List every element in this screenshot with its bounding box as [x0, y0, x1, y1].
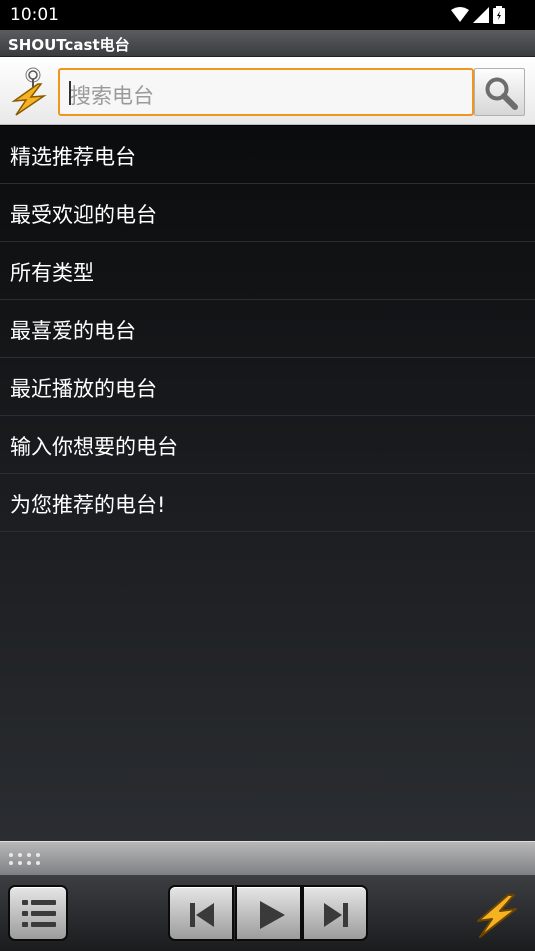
- battery-icon: [493, 6, 505, 24]
- search-button[interactable]: [474, 68, 525, 116]
- status-bar: 10:01: [0, 0, 535, 30]
- shoutcast-logo-icon: [11, 67, 47, 116]
- list-item-label: 最近播放的电台: [10, 377, 157, 401]
- menu-button[interactable]: [8, 885, 68, 941]
- play-icon: [260, 901, 285, 929]
- list-item-favorites[interactable]: 最喜爱的电台: [0, 300, 535, 358]
- list-item-label: 输入你想要的电台: [10, 435, 178, 459]
- skip-next-icon: [324, 903, 348, 927]
- status-time: 10:01: [10, 5, 59, 25]
- search-icon: [485, 77, 518, 110]
- search-placeholder: 搜索电台: [70, 84, 154, 108]
- search-input[interactable]: 搜索电台: [58, 68, 474, 116]
- app-title-bar: SHOUTcast电台: [0, 30, 535, 57]
- list-item-label: 所有类型: [10, 261, 94, 285]
- drag-handle-icon: [9, 853, 40, 865]
- search-bar: 搜索电台: [0, 57, 535, 125]
- list-item-recently-played[interactable]: 最近播放的电台: [0, 358, 535, 416]
- list-item-popular[interactable]: 最受欢迎的电台: [0, 184, 535, 242]
- next-button[interactable]: [302, 885, 368, 941]
- previous-button[interactable]: [168, 885, 234, 941]
- player-controls: [0, 875, 535, 951]
- list-item-featured[interactable]: 精选推荐电台: [0, 126, 535, 184]
- skip-previous-icon: [190, 903, 214, 927]
- cell-signal-icon: [473, 7, 489, 23]
- list-item-label: 精选推荐电台: [10, 145, 136, 169]
- wifi-icon: [451, 7, 469, 22]
- list-item-enter-station[interactable]: 输入你想要的电台: [0, 416, 535, 474]
- play-button[interactable]: [235, 885, 302, 941]
- status-icons: [451, 6, 505, 24]
- menu-list-icon: [22, 900, 56, 927]
- shoutcast-bolt-icon[interactable]: [472, 891, 520, 939]
- list-item-label: 最受欢迎的电台: [10, 203, 157, 227]
- list-item-recommended[interactable]: 为您推荐的电台!: [0, 474, 535, 532]
- list-item-all-genres[interactable]: 所有类型: [0, 242, 535, 300]
- list-item-label: 为您推荐的电台!: [10, 493, 166, 517]
- list-item-label: 最喜爱的电台: [10, 319, 136, 343]
- app-title: SHOUTcast电台: [8, 36, 130, 54]
- player-drawer-handle[interactable]: [0, 841, 535, 875]
- station-category-list: 精选推荐电台 最受欢迎的电台 所有类型 最喜爱的电台 最近播放的电台 输入你想要…: [0, 126, 535, 841]
